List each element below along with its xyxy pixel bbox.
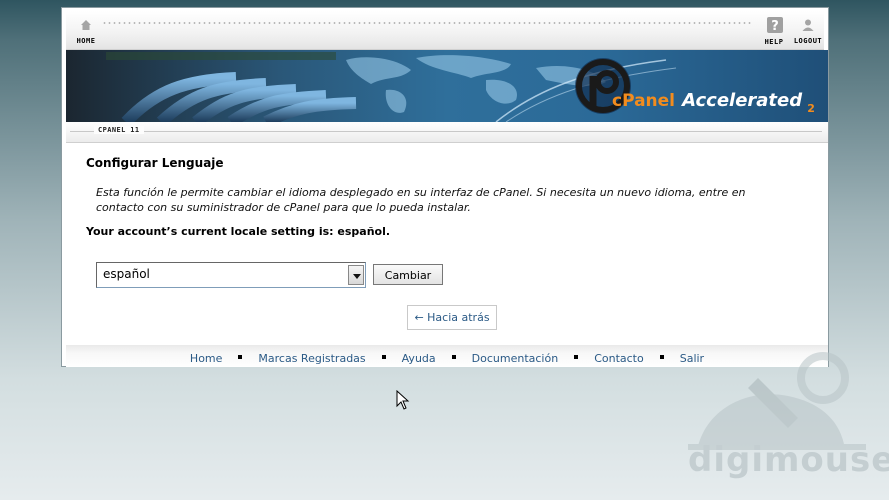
header-banner: cPanel Accelerated 2 [66,50,828,122]
footer-link-contact[interactable]: Contacto [584,352,654,365]
cpanel-window: HOME ? HELP LOGOUT cPanel Accelerated 2 … [61,7,829,367]
chevron-down-icon[interactable] [348,265,364,285]
toolbar-dots [102,21,752,25]
home-button[interactable]: HOME [66,17,106,45]
back-link[interactable]: ← Hacia atrás [407,305,497,330]
footer-link-documentation[interactable]: Documentación [462,352,569,365]
version-rule [70,131,822,132]
logout-button[interactable]: LOGOUT [788,17,828,45]
logo-sub: 2 [807,102,815,115]
footer-link-home[interactable]: Home [180,352,232,365]
cpanel-wordmark: cPanel Accelerated 2 [612,90,815,115]
change-language-button[interactable]: Cambiar [373,264,443,285]
version-bar: CPANEL 11 [66,122,828,143]
world-map-graphic [346,55,606,113]
page-description: Esta función le permite cambiar el idiom… [96,186,746,214]
footer-separator [574,355,579,359]
page-title: Configurar Lenguaje [86,156,224,170]
mouse-cursor-icon [396,390,410,410]
logout-label: LOGOUT [793,37,823,45]
home-label: HOME [76,37,96,45]
language-select[interactable]: español [96,262,366,288]
logo-text: cPanel [612,91,676,111]
footer-separator [451,355,456,359]
footer-separator [238,355,243,359]
footer-separator [659,355,664,359]
footer-separator [381,355,386,359]
help-icon: ? [767,17,783,34]
watermark-text: digimouse [688,440,889,480]
footer-link-trademarks[interactable]: Marcas Registradas [248,352,375,365]
current-locale-text: Your account’s current locale setting is… [86,225,391,238]
top-toolbar: HOME ? HELP LOGOUT [66,11,824,50]
version-label: CPANEL 11 [94,126,144,134]
logo-accent: Accelerated [682,90,803,111]
language-select-value: español [103,267,150,281]
user-icon [801,17,815,31]
svg-text:?: ? [771,19,779,33]
home-icon [79,17,93,31]
network-cables-graphic [106,52,357,122]
footer-link-help[interactable]: Ayuda [392,352,446,365]
